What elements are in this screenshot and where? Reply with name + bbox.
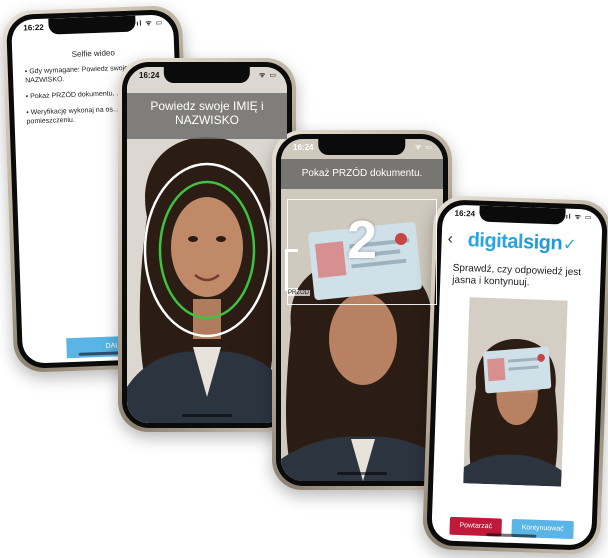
- status-bar: 16:24 ᯤ ▭: [127, 70, 287, 84]
- selfie-screen: 16:24 ᯤ ▭ Powiedz swoje IMIĘ i NAZWISKO: [127, 67, 287, 423]
- home-indicator[interactable]: [337, 472, 387, 475]
- wifi-battery-icon: ᯤ ▭: [259, 72, 277, 79]
- logo-text-digital: digital: [467, 229, 524, 254]
- wifi-battery-icon: ᯤ ▭: [415, 144, 433, 151]
- video-preview[interactable]: [463, 297, 568, 487]
- frame-bracket: [285, 249, 298, 291]
- document-screen: 16:24 ᯤ ▭ Pokaż PRZÓD dokumentu. 2 PRZOD: [281, 139, 443, 481]
- logo-text-sign: sign: [522, 231, 563, 255]
- signal-wifi-battery-icon: ıl ᯤ ▭: [565, 213, 593, 222]
- voice-prompt: Powiedz swoje IMIĘ i NAZWISKO: [127, 93, 287, 139]
- status-time: 16:24: [139, 71, 160, 80]
- status-bar: 16:22 ıl ᯤ ▭: [11, 17, 173, 37]
- back-arrow-icon[interactable]: ‹: [447, 231, 453, 249]
- status-time: 16:24: [454, 208, 476, 219]
- review-screen: 16:24 ıl ᯤ ▭ ‹ digitalsign✓ Sprawdź, czy…: [431, 204, 603, 546]
- countdown-number: 2: [346, 210, 378, 270]
- signal-wifi-battery-icon: ıl ᯤ ▭: [136, 19, 164, 28]
- document-side-label: PRZOD: [287, 290, 310, 296]
- home-indicator[interactable]: [486, 533, 537, 538]
- checkmark-icon: ✓: [562, 236, 577, 254]
- status-bar: 16:24 ᯤ ▭: [281, 142, 443, 156]
- preview-image: [463, 297, 568, 487]
- digitalsign-logo: digitalsign✓: [467, 229, 576, 256]
- home-indicator[interactable]: [182, 414, 232, 417]
- phone-selfie: 16:24 ᯤ ▭ Powiedz swoje IMIĘ i NAZWISKO: [118, 58, 296, 432]
- document-prompt: Pokaż PRZÓD dokumentu.: [281, 159, 443, 189]
- document-camera-view: [281, 139, 443, 481]
- status-time: 16:22: [23, 22, 44, 33]
- status-bar: 16:24 ıl ᯤ ▭: [442, 207, 602, 227]
- status-time: 16:24: [293, 143, 314, 152]
- review-message: Sprawdź, czy odpowiedź jest jasna i kont…: [452, 262, 582, 289]
- phone-review: 16:24 ıl ᯤ ▭ ‹ digitalsign✓ Sprawdź, czy…: [421, 195, 608, 555]
